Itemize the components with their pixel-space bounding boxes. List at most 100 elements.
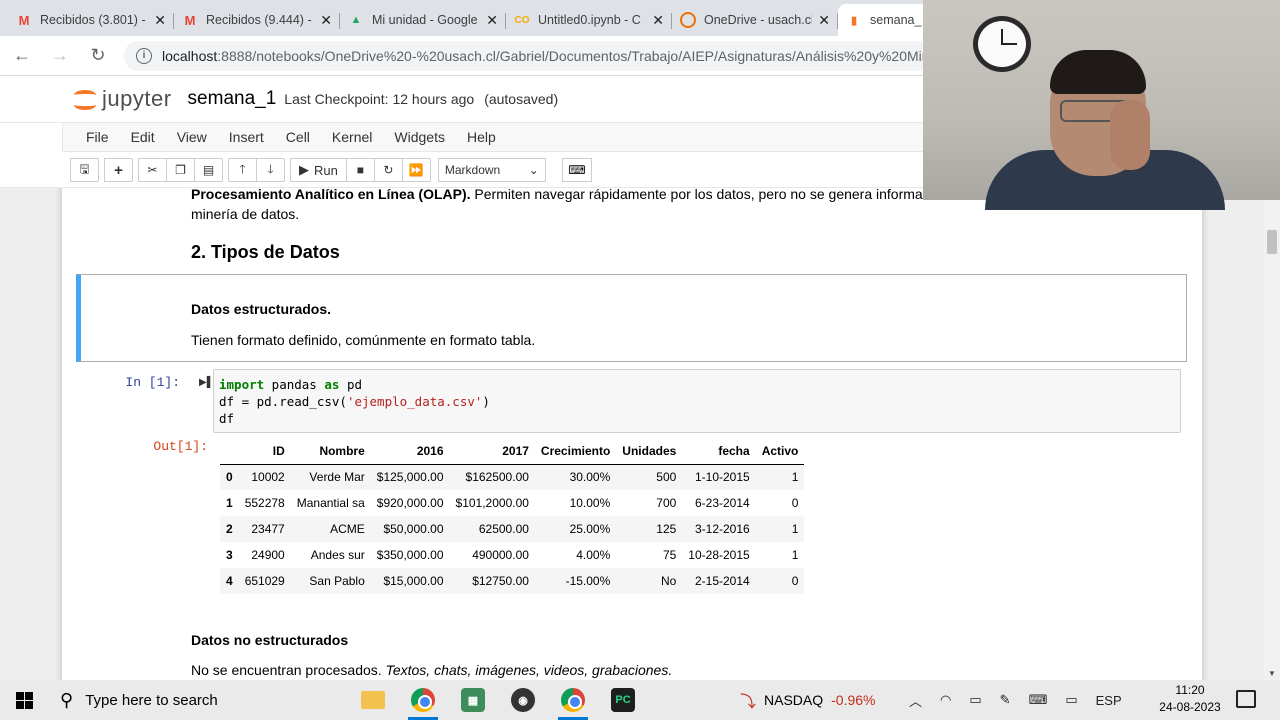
- notification-icon[interactable]: [1236, 690, 1256, 708]
- menu-help[interactable]: Help: [456, 129, 507, 145]
- paste-icon[interactable]: ▤: [194, 158, 223, 182]
- menu-edit[interactable]: Edit: [120, 129, 166, 145]
- calculator-icon[interactable]: ▦: [448, 680, 498, 720]
- menu-file[interactable]: File: [75, 129, 120, 145]
- stock-widget[interactable]: ⤵ NASDAQ -0.96%: [740, 680, 876, 720]
- taskbar-search[interactable]: ⚲ Type here to search: [48, 680, 248, 720]
- obs-icon[interactable]: ◉: [498, 680, 548, 720]
- table-cell: 0: [791, 496, 799, 510]
- search-highlight-icon[interactable]: [264, 684, 344, 718]
- table-cell: 10002: [251, 470, 285, 485]
- tab-colab[interactable]: CO Untitled0.ipynb - C ✕: [506, 4, 672, 36]
- table-cell: 0: [791, 574, 799, 588]
- markdown-text-unstructured: No se encuentran procesados. Textos, cha…: [191, 662, 673, 678]
- taskbar-clock[interactable]: 11:20 24-08-2023: [1150, 682, 1230, 716]
- interrupt-icon[interactable]: ■: [345, 158, 375, 182]
- onedrive-icon: [680, 12, 696, 28]
- table-cell: 25.00%: [569, 522, 611, 536]
- move-down-icon[interactable]: 🡓: [256, 158, 285, 182]
- pen-icon[interactable]: ✎: [1000, 692, 1011, 708]
- table-cell: 4.00%: [576, 548, 611, 562]
- table-cell: 23477: [251, 522, 285, 536]
- cell-type-value: Markdown: [444, 163, 501, 177]
- tab-onedrive[interactable]: OneDrive - usach.cl ✕: [672, 4, 838, 36]
- keyboard-tray-icon[interactable]: ⌨: [1029, 692, 1048, 708]
- colab-icon: CO: [514, 14, 530, 26]
- presenter-hair: [1050, 50, 1146, 94]
- chevron-up-icon[interactable]: ︿: [909, 691, 922, 710]
- keyboard-icon[interactable]: ⌨: [561, 158, 592, 182]
- close-icon[interactable]: ✕: [818, 12, 830, 29]
- table-header-cell: Activo: [755, 438, 805, 465]
- menu-view[interactable]: View: [166, 129, 218, 145]
- battery-icon[interactable]: ▭: [969, 692, 981, 708]
- close-icon[interactable]: ✕: [154, 12, 166, 29]
- tab-gmail-2[interactable]: M Recibidos (9.444) - ✕: [174, 4, 340, 36]
- menu-cell[interactable]: Cell: [275, 129, 321, 145]
- input-prompt: In [1]:: [125, 375, 180, 390]
- stock-name: NASDAQ: [764, 692, 824, 708]
- cell-type-select[interactable]: Markdown ⌄: [437, 158, 546, 182]
- back-icon[interactable]: ←: [6, 40, 38, 72]
- cut-icon[interactable]: ✂: [138, 158, 167, 182]
- stock-change: -0.96%: [831, 692, 876, 708]
- close-icon[interactable]: ✕: [652, 12, 664, 29]
- table-header-cell: ID: [238, 438, 291, 465]
- notebook-area: Procesamiento Analítico en Línea (OLAP).…: [0, 188, 1280, 680]
- copy-icon[interactable]: ❐: [166, 158, 195, 182]
- menu-kernel[interactable]: Kernel: [321, 129, 383, 145]
- display-icon[interactable]: ▭: [1065, 692, 1077, 708]
- table-cell: 1: [791, 548, 799, 562]
- selected-markdown-cell[interactable]: Datos estructurados. Tienen formato defi…: [76, 274, 1187, 362]
- menu-insert[interactable]: Insert: [218, 129, 275, 145]
- table-cell: $920,000.00: [376, 496, 444, 510]
- row-index: 3: [226, 548, 233, 562]
- run-button[interactable]: ▶ Run: [290, 158, 347, 182]
- menu-widgets[interactable]: Widgets: [383, 129, 456, 145]
- table-cell: $101,2000.00: [455, 496, 529, 510]
- scrollbar-thumb[interactable]: [1267, 230, 1277, 254]
- move-up-icon[interactable]: 🡑: [228, 158, 257, 182]
- add-cell-icon[interactable]: +: [104, 158, 133, 182]
- table-cell: $12750.00: [472, 574, 529, 588]
- reload-icon[interactable]: ↻: [82, 40, 114, 72]
- close-icon[interactable]: ✕: [320, 12, 332, 29]
- windows-start-icon[interactable]: [0, 680, 48, 720]
- language-indicator[interactable]: ESP: [1096, 693, 1122, 708]
- forward-icon[interactable]: →: [44, 40, 76, 72]
- close-icon[interactable]: ✕: [486, 12, 498, 29]
- table-cell: Manantial sa: [296, 496, 365, 510]
- info-icon[interactable]: i: [136, 47, 152, 64]
- file-explorer-icon[interactable]: [348, 680, 398, 720]
- restart-icon[interactable]: ↻: [373, 158, 403, 182]
- chevron-down-icon: ⌄: [528, 163, 539, 177]
- tab-gmail-1[interactable]: M Recibidos (3.801) - ✕: [8, 4, 174, 36]
- table-cell: $50,000.00: [383, 522, 444, 536]
- output-prompt: Out[1]:: [153, 439, 208, 454]
- wall-clock-image: [973, 16, 1031, 72]
- chrome-icon[interactable]: [398, 680, 448, 720]
- page-scrollbar[interactable]: ▼: [1264, 188, 1280, 680]
- chrome-profile-icon[interactable]: [548, 680, 598, 720]
- tab-title: Recibidos (3.801) -: [40, 13, 146, 27]
- pycharm-icon[interactable]: PC: [598, 680, 648, 720]
- table-cell: 10-28-2015: [688, 548, 750, 562]
- code-cell-editor[interactable]: import pandas as pd df = pd.read_csv('ej…: [213, 369, 1181, 433]
- jupyter-logo[interactable]: jupyter: [74, 86, 172, 112]
- table-cell: 125: [656, 522, 677, 536]
- row-index: 0: [226, 470, 233, 485]
- table-header-cell: 2016: [370, 438, 450, 465]
- table-header-cell: [220, 438, 239, 465]
- save-icon[interactable]: 🖫: [70, 158, 99, 182]
- dataframe-output: ID Nombre 2016 2017 Crecimiento Unidades fecha…: [220, 438, 805, 594]
- table-cell: ACME: [330, 522, 365, 536]
- network-icon[interactable]: ◠: [940, 692, 951, 708]
- table-cell: 3-12-2016: [694, 522, 750, 536]
- notebook-name[interactable]: semana_1: [188, 88, 277, 110]
- tab-google-drive[interactable]: ▲ Mi unidad - Google ✕: [340, 4, 506, 36]
- table-cell: Andes sur: [310, 548, 365, 562]
- table-cell: 552278: [244, 496, 285, 510]
- run-cell-icon[interactable]: ▶▌: [199, 377, 214, 388]
- restart-run-all-icon[interactable]: ⏩: [401, 158, 431, 182]
- scroll-down-icon[interactable]: ▼: [1268, 669, 1276, 678]
